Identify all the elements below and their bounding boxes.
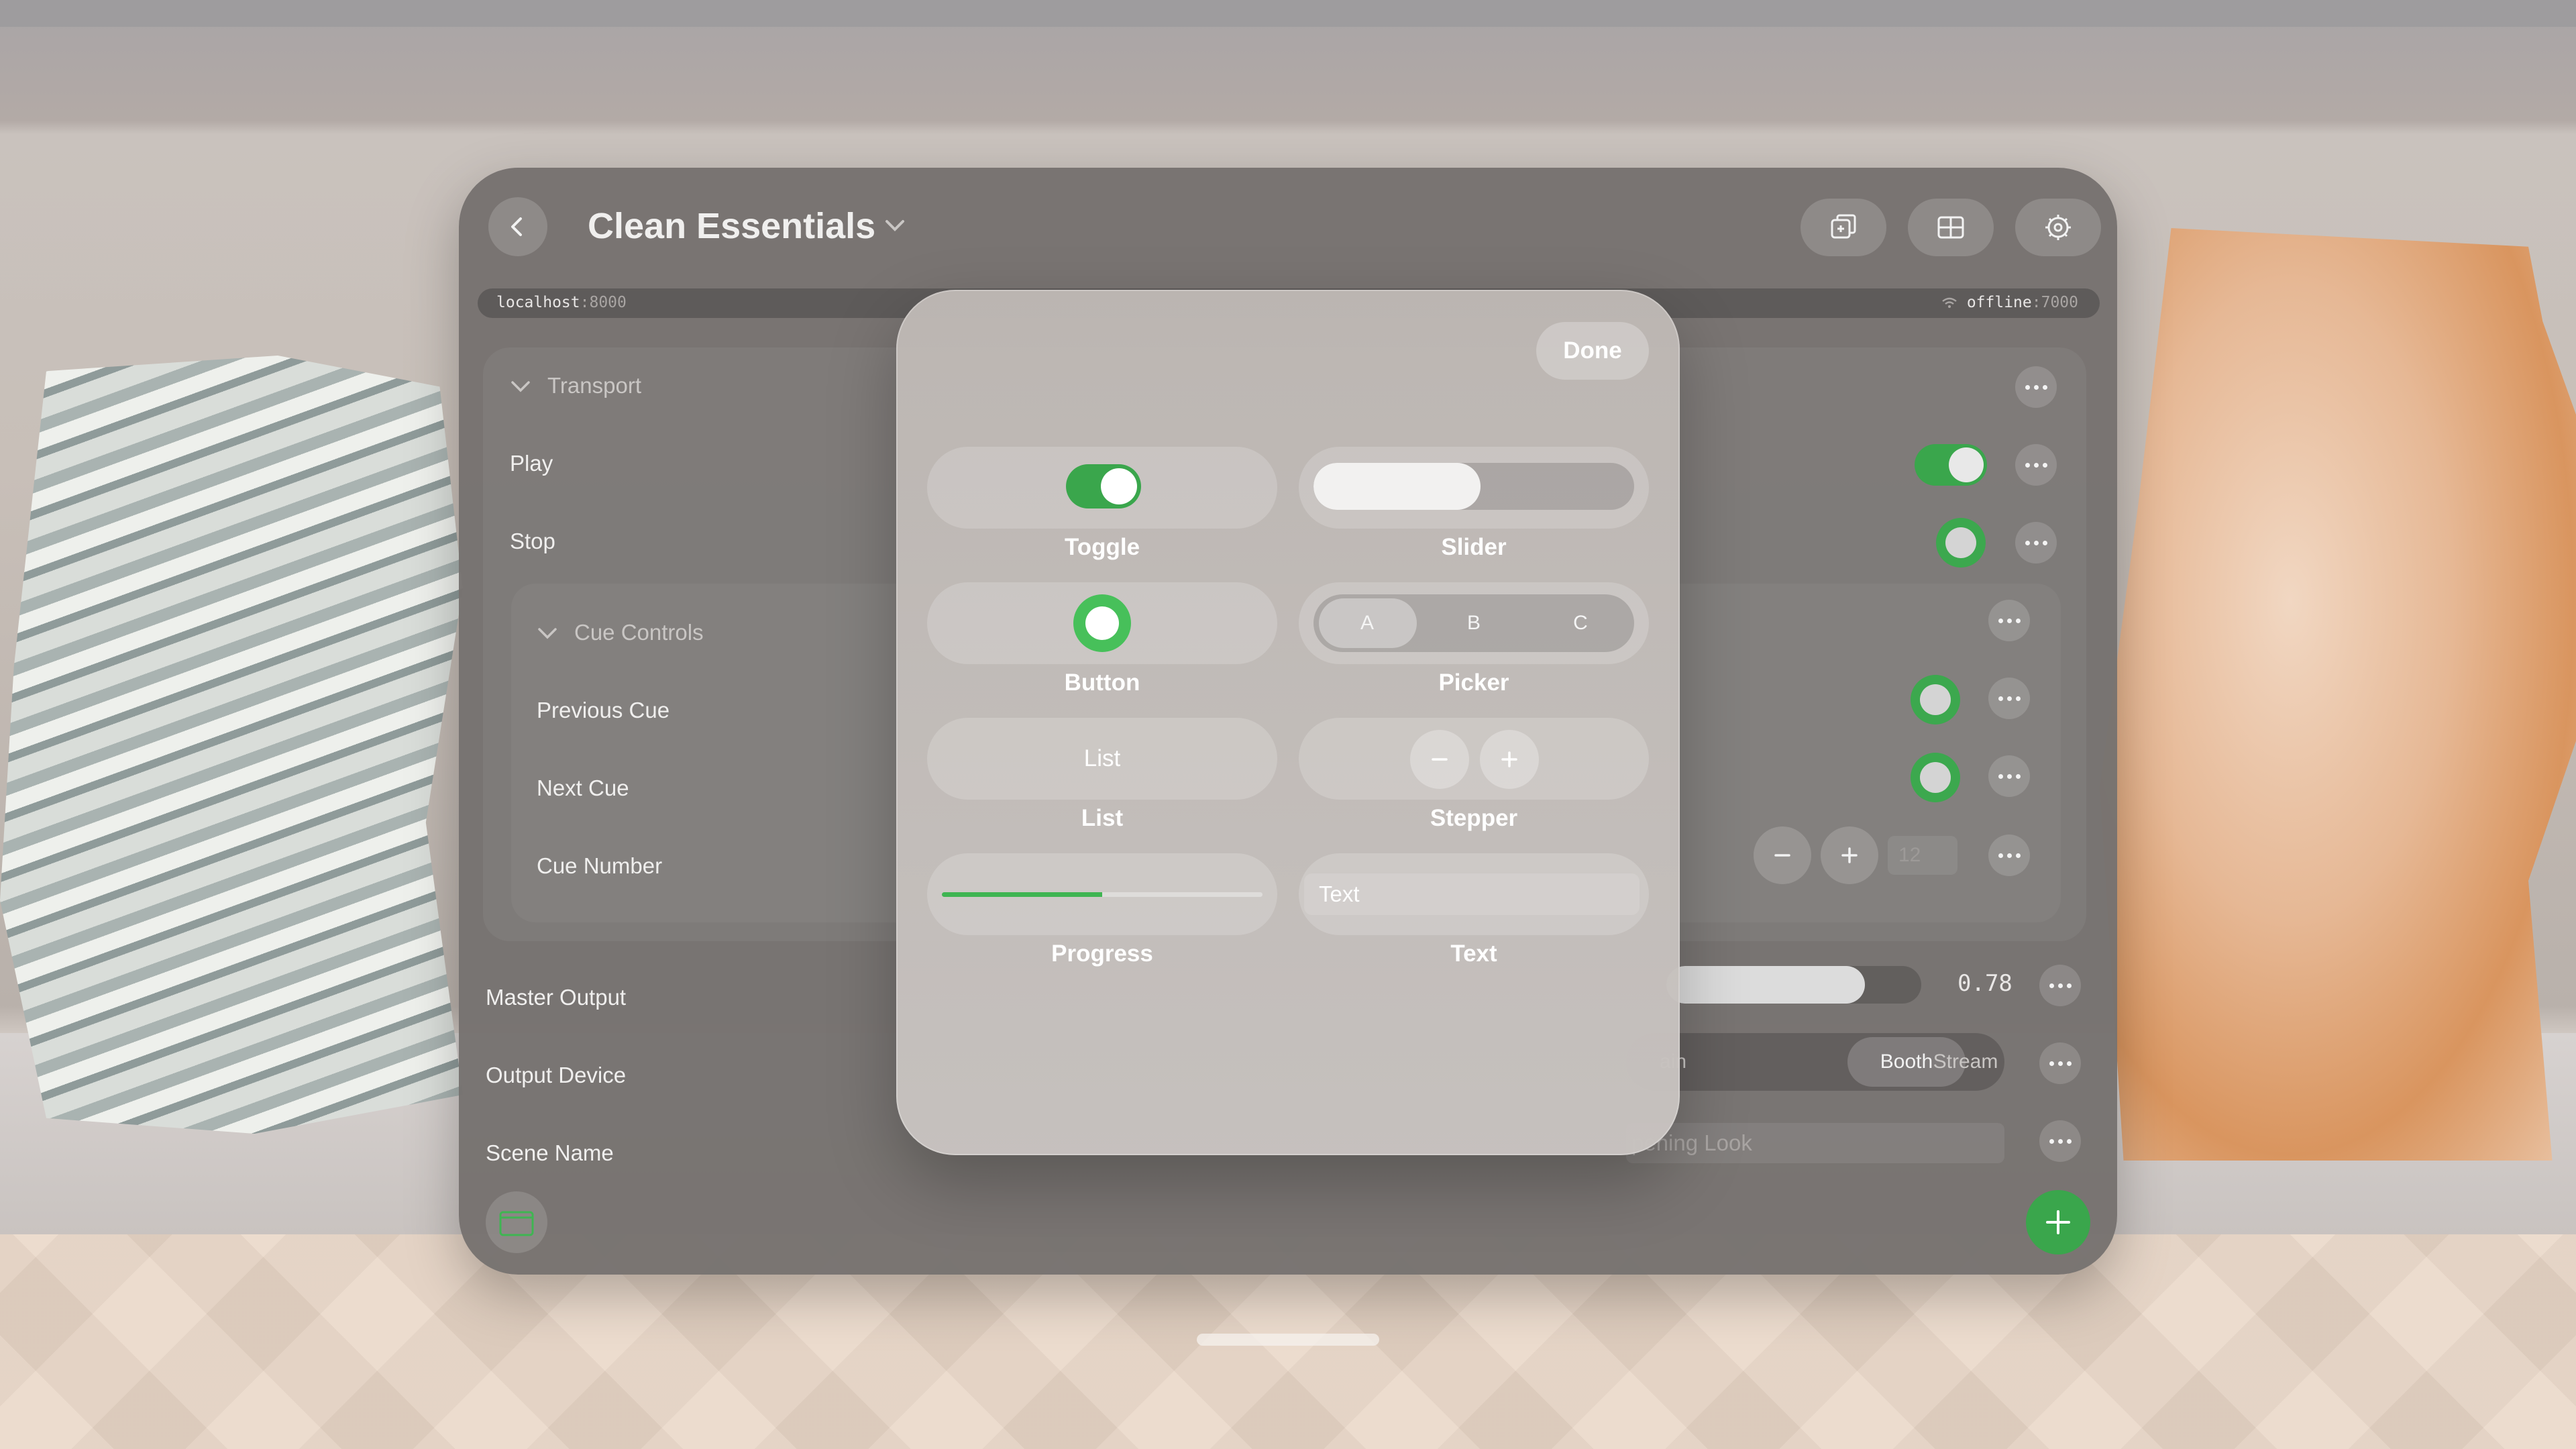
picker-option-b[interactable]: B — [1420, 594, 1527, 652]
transport-more-button[interactable] — [2015, 366, 2057, 408]
calendar-icon — [499, 1211, 534, 1236]
scene-name-field[interactable]: pening Look — [1626, 1123, 2004, 1163]
next-cue-button[interactable] — [1911, 753, 1960, 802]
chevron-down-icon[interactable] — [535, 621, 559, 645]
master-output-more-button[interactable] — [2039, 965, 2081, 1006]
cue-number-more-button[interactable] — [1988, 835, 2030, 876]
marble-sculpture-right — [2100, 228, 2576, 1161]
row-stop-label: Stop — [510, 529, 555, 553]
row-scene-name-label: Scene Name — [486, 1140, 614, 1165]
minus-icon — [1432, 758, 1448, 761]
window-grabber[interactable] — [1197, 1334, 1379, 1346]
control-picker-popup: Done Toggle Slider Button A B C Picker L… — [896, 290, 1680, 1155]
toggle-cell-label: Toggle — [1064, 534, 1140, 560]
list-cell[interactable]: List — [927, 718, 1277, 800]
button-cell-label: Button — [1064, 669, 1140, 696]
button-sample[interactable] — [1073, 594, 1131, 652]
play-toggle[interactable] — [1915, 444, 1987, 486]
cue-number-increment-button[interactable] — [1821, 826, 1878, 884]
chevron-left-icon — [511, 217, 522, 236]
remote-address: offline:7000 — [1941, 294, 2078, 311]
text-cell[interactable]: Text — [1299, 853, 1649, 935]
master-output-value: 0.78 — [1957, 970, 2012, 997]
row-previous-cue-label: Previous Cue — [537, 698, 670, 722]
row-play-label: Play — [510, 451, 553, 476]
plus-icon — [1841, 847, 1858, 863]
slider-cell-label: Slider — [1441, 534, 1507, 560]
plus-icon — [2046, 1210, 2070, 1234]
cue-controls-more-button[interactable] — [1988, 600, 2030, 641]
button-cell[interactable] — [927, 582, 1277, 664]
duplicate-window-button[interactable] — [1801, 199, 1886, 256]
toggle-cell[interactable] — [927, 447, 1277, 529]
grid-layout-icon — [1937, 216, 1964, 239]
add-button[interactable] — [2026, 1190, 2090, 1254]
picker-sample[interactable]: A B C — [1313, 594, 1634, 652]
done-button[interactable]: Done — [1536, 322, 1649, 380]
progress-sample-fill — [942, 892, 1102, 897]
minus-icon — [1774, 854, 1790, 857]
row-next-cue-label: Next Cue — [537, 775, 629, 800]
duplicate-window-icon — [1831, 214, 1856, 239]
previous-cue-more-button[interactable] — [1988, 678, 2030, 719]
slider-sample-fill — [1313, 463, 1481, 510]
window-title[interactable]: Clean Essentials — [588, 205, 875, 247]
list-sample-text: List — [1083, 745, 1121, 771]
picker-option-c[interactable]: C — [1527, 594, 1634, 652]
chevron-down-icon[interactable] — [881, 212, 908, 239]
back-button[interactable] — [488, 197, 547, 256]
output-device-option-stream[interactable]: Stream — [1900, 1033, 2031, 1091]
stepper-increment-button[interactable] — [1480, 730, 1539, 789]
progress-sample — [942, 892, 1263, 897]
progress-cell[interactable] — [927, 853, 1277, 935]
previous-cue-button[interactable] — [1911, 675, 1960, 724]
stop-button[interactable] — [1936, 518, 1986, 568]
row-output-device-label: Output Device — [486, 1063, 627, 1087]
settings-button[interactable] — [2015, 199, 2101, 256]
cue-number-field[interactable]: 12 — [1888, 836, 1957, 875]
layout-button[interactable] — [1908, 199, 1994, 256]
slider-sample[interactable] — [1313, 463, 1634, 510]
stepper-cell[interactable] — [1299, 718, 1649, 800]
wifi-icon — [1942, 297, 1957, 308]
chevron-down-icon[interactable] — [508, 374, 533, 398]
scene-name-more-button[interactable] — [2039, 1120, 2081, 1162]
stepper-cell-label: Stepper — [1430, 805, 1518, 831]
progress-cell-label: Progress — [1051, 941, 1153, 967]
picker-cell-label: Picker — [1438, 669, 1509, 696]
stop-more-button[interactable] — [2015, 522, 2057, 564]
row-cue-number-label: Cue Number — [537, 853, 663, 878]
toggle-sample[interactable] — [1066, 464, 1141, 508]
play-more-button[interactable] — [2015, 444, 2057, 486]
cue-number-decrement-button[interactable] — [1754, 826, 1811, 884]
text-sample-field[interactable]: Text — [1304, 873, 1640, 915]
section-transport-label[interactable]: Transport — [547, 373, 641, 398]
row-master-output-label: Master Output — [486, 985, 627, 1010]
scene-button[interactable] — [486, 1191, 547, 1253]
output-device-more-button[interactable] — [2039, 1042, 2081, 1084]
list-cell-label: List — [1081, 805, 1124, 831]
picker-option-a[interactable]: A — [1313, 594, 1421, 652]
text-cell-label: Text — [1450, 941, 1497, 967]
master-output-slider-fill — [1666, 966, 1866, 1004]
marble-sculpture-left — [0, 356, 463, 1134]
local-address: localhost:8000 — [496, 294, 627, 311]
picker-cell[interactable]: A B C — [1299, 582, 1649, 664]
section-cue-controls-label[interactable]: Cue Controls — [574, 620, 704, 645]
slider-cell[interactable] — [1299, 447, 1649, 529]
stepper-decrement-button[interactable] — [1410, 730, 1469, 789]
master-output-slider[interactable] — [1666, 966, 1921, 1004]
plus-icon — [1501, 751, 1517, 767]
next-cue-more-button[interactable] — [1988, 755, 2030, 797]
gear-icon — [2045, 215, 2071, 240]
wall-top-band — [0, 0, 2576, 27]
